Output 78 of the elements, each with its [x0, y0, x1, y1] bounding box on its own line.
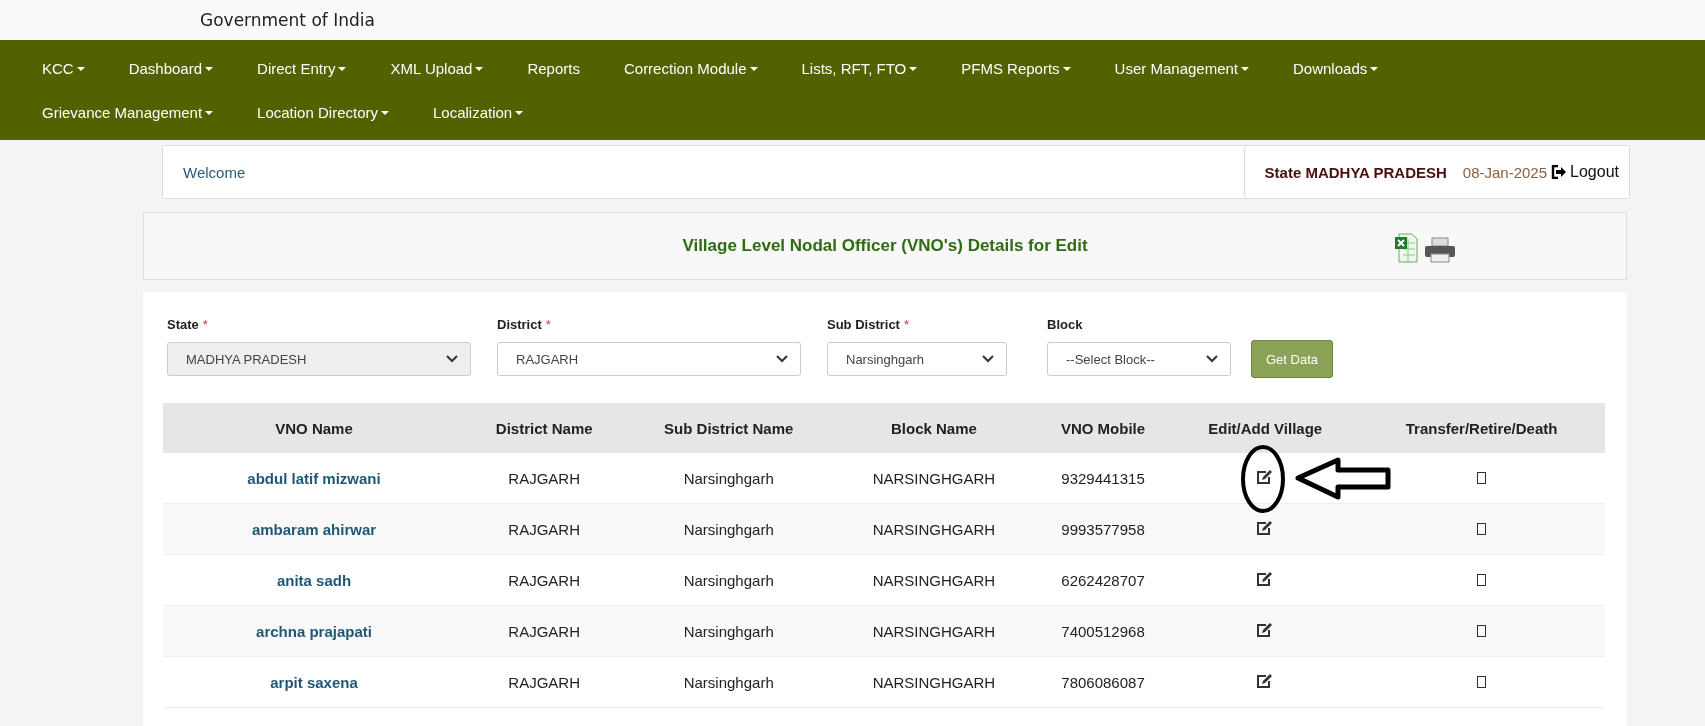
- spreadsheet-icon[interactable]: [1394, 233, 1418, 263]
- dropdown-select[interactable]: --Select Block--: [1047, 342, 1231, 376]
- required-mark: *: [545, 317, 551, 332]
- required-mark: *: [202, 317, 208, 332]
- nav-menu-item[interactable]: Location Directory: [235, 90, 411, 134]
- table-cell: NARSINGHGARH: [872, 520, 996, 538]
- table-cell: NARSINGHGARH: [872, 673, 996, 691]
- nav-menu-item[interactable]: User Management: [1092, 46, 1271, 90]
- officer-name-link[interactable]: ambaram ahirwar: [251, 520, 377, 538]
- table-cell: NARSINGHGARH: [872, 622, 996, 640]
- edit-icon[interactable]: [1256, 621, 1275, 638]
- filter-label: District: [497, 317, 542, 332]
- nav-menu-item[interactable]: KCC: [20, 46, 107, 90]
- panel-title: Village Level Nodal Officer (VNO's) Details for Edit: [682, 236, 1088, 256]
- table-cell: 7806086087: [1061, 673, 1145, 691]
- table-cell: Narsinghgarh: [683, 622, 774, 640]
- edit-icon[interactable]: [1256, 468, 1275, 485]
- checkbox-icon[interactable]: [1477, 675, 1487, 688]
- nav-menu-item[interactable]: Localization: [411, 90, 546, 134]
- officer-name-link[interactable]: archna prajapati: [256, 622, 372, 640]
- caret-icon: [1206, 355, 1218, 363]
- table-cell: Narsinghgarh: [683, 469, 774, 487]
- table-cell: Narsinghgarh: [683, 571, 774, 589]
- logout-link[interactable]: Logout: [1551, 163, 1619, 181]
- caret-icon: [982, 355, 994, 363]
- nav-menu-item[interactable]: Grievance Management: [20, 90, 236, 134]
- header-title: Government of India: [200, 10, 375, 30]
- nav-menu-item[interactable]: Downloads: [1271, 46, 1401, 90]
- caret-icon: [776, 355, 788, 363]
- table-cell: 7400512968: [1061, 622, 1145, 640]
- table-cell: 9329441315: [1061, 469, 1145, 487]
- filter-label: Sub District: [827, 317, 900, 332]
- table-cell: NARSINGHGARH: [872, 571, 996, 589]
- table-cell: Narsinghgarh: [683, 520, 774, 538]
- filter-label: Block: [1047, 317, 1083, 332]
- edit-icon[interactable]: [1256, 672, 1275, 689]
- table-cell: RAJGARH: [508, 673, 581, 691]
- checkbox-icon[interactable]: [1477, 624, 1487, 637]
- column-header: Edit/Add Village: [1172, 403, 1359, 453]
- edit-icon[interactable]: [1256, 519, 1275, 536]
- user-state-label: State MADHYA PRADESH: [1264, 163, 1447, 181]
- nav-menu-item[interactable]: Reports: [505, 46, 602, 90]
- filter-label: State: [167, 317, 199, 332]
- caret-icon: [446, 355, 458, 363]
- nav-menu-item[interactable]: Dashboard: [106, 46, 236, 90]
- column-header: VNO Name: [163, 403, 465, 453]
- table-cell: RAJGARH: [508, 520, 581, 538]
- officer-name-link[interactable]: arpit saxena: [270, 673, 358, 691]
- column-header: District Name: [465, 403, 624, 453]
- table-cell: RAJGARH: [508, 571, 581, 589]
- nav-menu-item[interactable]: XML Upload: [368, 46, 506, 90]
- table-cell: RAJGARH: [508, 622, 581, 640]
- nav-menu-item[interactable]: Lists, RFT, FTO: [779, 46, 940, 90]
- dropdown-select[interactable]: Narsinghgarh: [827, 342, 1007, 376]
- logout-icon: [1551, 165, 1568, 179]
- table-cell: RAJGARH: [508, 469, 581, 487]
- date-text: 08-Jan-2025: [1462, 163, 1548, 181]
- officer-name-link[interactable]: anita sadh: [276, 571, 352, 589]
- checkbox-icon[interactable]: [1477, 522, 1487, 535]
- checkbox-icon[interactable]: [1477, 573, 1487, 586]
- table-cell: 6262428707: [1061, 571, 1145, 589]
- nav-menu-item[interactable]: Direct Entry: [235, 46, 369, 90]
- dropdown-select[interactable]: RAJGARH: [497, 342, 801, 376]
- nav-menu-item[interactable]: Correction Module: [601, 46, 780, 90]
- table-cell: NARSINGHGARH: [872, 469, 996, 487]
- nav-menu-item[interactable]: PFMS Reports: [939, 46, 1093, 90]
- table-cell: Narsinghgarh: [683, 673, 774, 691]
- officer-name-link[interactable]: abdul latif mizwani: [247, 469, 381, 487]
- checkbox-icon[interactable]: [1477, 471, 1487, 484]
- column-header: VNO Mobile: [1033, 403, 1173, 453]
- column-header: Block Name: [834, 403, 1034, 453]
- printer-icon[interactable]: [1424, 237, 1456, 263]
- required-mark: *: [903, 317, 910, 332]
- column-header: Transfer/Retire/Death: [1358, 403, 1605, 453]
- table-cell: 9993577958: [1061, 520, 1145, 538]
- column-header: Sub District Name: [623, 403, 834, 453]
- welcome-text: Welcome: [182, 163, 246, 181]
- edit-icon[interactable]: [1256, 570, 1275, 587]
